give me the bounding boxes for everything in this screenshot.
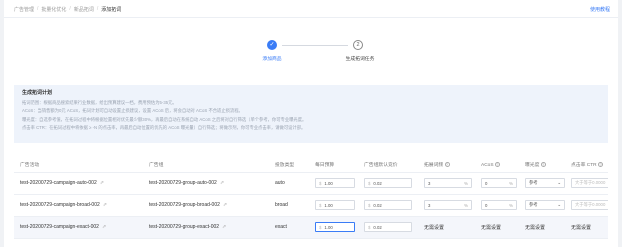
help-icon[interactable]: ?	[540, 162, 546, 168]
budget-input[interactable]: $1.00	[315, 178, 355, 188]
header-impression: 曝光度 ?	[519, 158, 565, 173]
budget-input[interactable]: $1.00	[315, 222, 355, 232]
header-group: 广告组	[143, 158, 269, 173]
campaign-cell: test-20200729-campaign-broad-002 ⇗	[14, 194, 143, 217]
notice-line: 曝光度：自选参考值，在拓词过程中将根据位置相对优先最少额30%，再最后自动在系统…	[22, 116, 307, 122]
no-setting-text: 无需设置	[519, 216, 565, 239]
no-setting-text: 无需设置	[565, 216, 608, 239]
match-type: exact	[269, 216, 309, 239]
impression-select[interactable]: 参考 ⌄	[525, 178, 565, 188]
bid-input[interactable]: $0.02	[364, 178, 412, 188]
group-cell: test-20200729-group-broad-002 ⇗	[143, 194, 269, 217]
main-card: 广告管理 / 批量化优化 / 新品拓词 / 添加拓词 使用教程 ✓ 2 添加商品…	[4, 0, 618, 247]
campaign-cell: test-20200729-campaign-auto-002 ⇗	[14, 172, 143, 195]
breadcrumb-item[interactable]: 广告管理	[14, 6, 34, 13]
notice-line: ACoS：当销售额为0元 ACoS，拓词计划可自动设置止损建议，设置 ACoS …	[22, 108, 243, 114]
budget-input[interactable]: $1.00	[315, 200, 355, 210]
breadcrumb-item[interactable]: 新品拓词	[74, 6, 94, 13]
help-icon[interactable]: ?	[494, 161, 500, 167]
step-label-2: 生成拓词任务	[345, 57, 375, 62]
bid-input[interactable]: $0.02	[364, 200, 412, 210]
check-icon: ✓	[267, 40, 277, 50]
external-link-icon[interactable]: ⇗	[100, 180, 104, 186]
external-link-icon[interactable]: ⇗	[103, 202, 107, 208]
no-setting-text: 无需设置	[475, 216, 519, 239]
help-icon[interactable]: ?	[444, 162, 450, 168]
help-link[interactable]: 使用教程	[590, 6, 610, 13]
bid-step-input[interactable]: 3%	[424, 200, 472, 210]
group-cell: test-20200729-group-auto-002 ⇗	[143, 172, 269, 195]
table-row: test-20200729-campaign-exact-002 ⇗ test-2…	[14, 216, 608, 239]
breadcrumb: 广告管理 / 批量化优化 / 新品拓词 / 添加拓词	[14, 6, 122, 13]
ctr-input[interactable]: 大于等于0.0000	[571, 200, 608, 210]
breadcrumb-item[interactable]: 批量化优化	[41, 6, 66, 13]
group-cell: test-20200729-group-exact-002 ⇗	[143, 216, 269, 239]
match-type: auto	[269, 172, 309, 195]
match-type: broad	[269, 194, 309, 217]
header-acos: ACoS ?	[475, 158, 519, 173]
header-budget: 每日预算	[309, 158, 358, 173]
impression-select[interactable]: 参考 ⌄	[525, 200, 565, 210]
campaign-cell: test-20200729-campaign-exact-002 ⇗	[14, 216, 143, 239]
acos-input[interactable]: 0%	[481, 178, 517, 188]
help-icon[interactable]: ?	[597, 162, 603, 168]
chevron-down-icon: ⌄	[557, 180, 561, 185]
acos-input[interactable]: 0%	[481, 200, 517, 210]
no-setting-text: 无需设置	[418, 216, 475, 239]
bid-step-input[interactable]: 3%	[424, 178, 472, 188]
header-bid: 广告组默认竞价	[358, 158, 418, 173]
step-number: 2	[353, 40, 363, 50]
external-link-icon[interactable]: ⇗	[102, 224, 106, 230]
breadcrumb-current: 添加拓词	[101, 7, 122, 13]
top-bar: 广告管理 / 批量化优化 / 新品拓词 / 添加拓词 使用教程	[4, 0, 618, 18]
notice-line: 点击率 CTR：在拓词过程中将依据 ≥ -N 的点击率，再最后自动位置的优先的 …	[22, 125, 306, 131]
notice-title: 生成拓词计划	[22, 90, 53, 96]
step-indicator: ✓ 2 添加商品 生成拓词任务	[254, 40, 394, 66]
table-header-row: 广告活动 广告组 投放类型 每日预算 广告组默认竞价 拓展词频 ? ACoS ?…	[14, 158, 608, 173]
step-connector	[282, 45, 348, 46]
bid-input[interactable]: $0.02	[364, 222, 412, 232]
chevron-down-icon: ⌄	[557, 202, 561, 207]
step-label-1: 添加商品	[262, 57, 282, 62]
header-ctr: 点击率 CTR ?	[565, 158, 608, 173]
external-link-icon[interactable]: ⇗	[223, 202, 227, 208]
external-link-icon[interactable]: ⇗	[220, 180, 224, 186]
header-match: 投放类型	[269, 158, 309, 173]
info-notice: 生成拓词计划 拓词范围：根据商品搜索结果行业数据，给出预算建议一档，费用预估为5…	[14, 85, 608, 143]
campaign-table: 广告活动 广告组 投放类型 每日预算 广告组默认竞价 拓展词频 ? ACoS ?…	[14, 158, 608, 239]
ctr-input[interactable]: 大于等于0.0000	[571, 178, 608, 188]
header-bid-step: 拓展词频 ?	[418, 158, 475, 173]
notice-line: 拓词范围：根据商品搜索结果行业数据，给出预算建议一档，费用预估为5-35元。	[22, 99, 177, 105]
table-row: test-20200729-campaign-broad-002 ⇗ test-2…	[14, 194, 608, 217]
external-link-icon[interactable]: ⇗	[222, 224, 226, 230]
table-row: test-20200729-campaign-auto-002 ⇗ test-20…	[14, 172, 608, 195]
header-campaign: 广告活动	[14, 158, 143, 173]
